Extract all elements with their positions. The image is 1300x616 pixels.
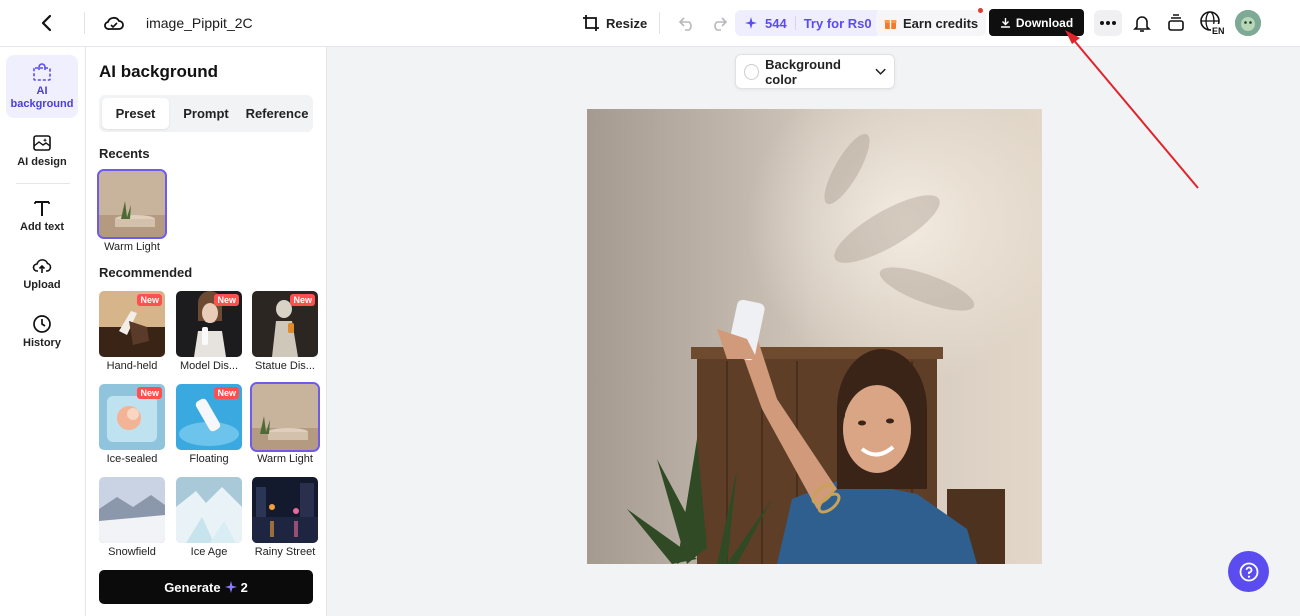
divider — [659, 12, 660, 34]
earn-credits-label: Earn credits — [903, 15, 979, 31]
gift-icon — [884, 19, 897, 29]
background-color-label: Background color — [765, 56, 841, 87]
rail-ai-design[interactable]: AI design — [6, 133, 78, 169]
canvas-image[interactable] — [587, 109, 1042, 564]
credits-pill[interactable]: 544 Try for Rs0 — [735, 10, 882, 36]
new-badge: New — [137, 387, 162, 399]
download-button[interactable]: Download — [989, 9, 1084, 36]
sparkle-icon — [745, 17, 757, 29]
thumb-label: Ice-sealed — [106, 453, 158, 465]
redo-icon[interactable] — [708, 12, 730, 34]
thumb-label: Snowfield — [108, 546, 156, 558]
new-badge: New — [137, 294, 162, 306]
preset-hand-held-thumb[interactable]: New — [99, 291, 165, 357]
resize-button[interactable]: Resize — [582, 11, 647, 35]
download-icon — [1000, 18, 1010, 28]
preset-statue-display-thumb[interactable]: New — [252, 291, 318, 357]
rail-history[interactable]: History — [6, 314, 78, 350]
upload-cloud-icon — [32, 259, 52, 273]
thumb-label: Ice Age — [190, 546, 228, 558]
avatar[interactable] — [1235, 10, 1261, 36]
tab-prompt[interactable]: Prompt — [171, 98, 241, 129]
thumb-label: Hand-held — [106, 360, 158, 372]
language-code: EN — [1212, 26, 1225, 36]
earn-credits-button[interactable]: Earn credits — [876, 10, 987, 36]
help-button[interactable] — [1228, 551, 1269, 592]
rail-add-text[interactable]: Add text — [6, 198, 78, 234]
back-icon[interactable] — [34, 10, 60, 36]
preset-ice-sealed-thumb[interactable]: New — [99, 384, 165, 450]
preset-rainy-street-thumb[interactable] — [252, 477, 318, 543]
thumb-label: Model Dis... — [179, 360, 239, 372]
language-globe-icon[interactable]: EN — [1198, 9, 1228, 37]
file-name[interactable]: image_Pippit_2C — [146, 15, 253, 31]
undo-icon[interactable] — [676, 12, 698, 34]
divider — [16, 183, 70, 184]
thumb-label: Warm Light — [104, 241, 160, 253]
preset-snowfield-thumb[interactable] — [99, 477, 165, 543]
panel-title: AI background — [99, 62, 219, 81]
rail-label: background — [10, 98, 74, 110]
recents-heading: Recents — [99, 146, 150, 161]
top-bar: image_Pippit_2C Resize 544 Try for Rs0 E… — [0, 0, 1300, 47]
tab-bar: Preset Prompt Reference — [99, 95, 313, 132]
thumb-label: Floating — [189, 453, 229, 465]
layers-icon[interactable] — [1164, 11, 1188, 35]
tab-preset[interactable]: Preset — [102, 98, 169, 129]
divider — [84, 12, 85, 34]
rail-label: History — [23, 337, 61, 349]
credits-count: 544 — [765, 15, 787, 31]
more-options-icon[interactable] — [1094, 10, 1122, 36]
new-badge: New — [214, 387, 239, 399]
ai-background-icon — [33, 63, 51, 81]
rail-label: Add text — [20, 221, 64, 233]
try-link[interactable]: Try for Rs0 — [804, 16, 872, 31]
new-badge: New — [214, 294, 239, 306]
resize-icon — [583, 15, 599, 31]
resize-label: Resize — [606, 15, 648, 31]
question-icon — [1239, 562, 1258, 581]
ai-design-icon — [33, 135, 51, 151]
recent-warm-light-thumb[interactable] — [97, 169, 167, 239]
rail-label: Upload — [23, 279, 61, 291]
preset-ice-age-thumb[interactable] — [176, 477, 242, 543]
thumb-label: Warm Light — [257, 453, 313, 465]
text-icon — [34, 201, 50, 216]
left-rail: AI background AI design Add text Upload … — [0, 47, 86, 616]
notification-dot — [978, 8, 983, 13]
rail-ai-background[interactable]: AI background — [6, 55, 78, 118]
download-label: Download — [1015, 15, 1074, 30]
generate-button[interactable]: Generate 2 — [99, 570, 313, 604]
background-color-dropdown[interactable]: Background color — [735, 54, 895, 89]
generate-cost: 2 — [240, 579, 248, 595]
thumb-label: Rainy Street — [254, 546, 316, 558]
bell-icon[interactable] — [1130, 11, 1154, 35]
preset-warm-light-thumb[interactable] — [250, 382, 320, 452]
color-swatch — [744, 63, 760, 80]
thumb-label: Statue Dis... — [255, 360, 315, 372]
sparkle-icon — [224, 581, 237, 593]
cloud-sync-icon[interactable] — [101, 10, 127, 36]
generate-label: Generate — [164, 579, 221, 595]
clock-icon — [33, 315, 51, 333]
rail-upload[interactable]: Upload — [6, 256, 78, 292]
preset-floating-thumb[interactable]: New — [176, 384, 242, 450]
new-badge: New — [290, 294, 315, 306]
recommended-heading: Recommended — [99, 265, 193, 280]
ai-background-panel: AI background Preset Prompt Reference Re… — [86, 47, 327, 616]
tab-reference[interactable]: Reference — [243, 98, 311, 129]
rail-label: AI — [36, 85, 48, 97]
preset-model-display-thumb[interactable]: New — [176, 291, 242, 357]
rail-label: AI design — [17, 156, 67, 168]
chevron-down-icon — [875, 68, 886, 75]
